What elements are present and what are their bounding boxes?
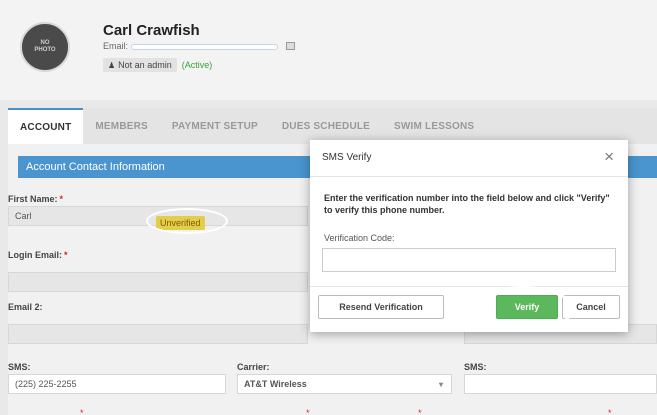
email-label: Email: <box>103 41 129 51</box>
account-status: (Active) <box>181 60 213 70</box>
required-marker: * <box>306 408 310 415</box>
copy-icon[interactable] <box>286 42 296 50</box>
first-name-label: First Name: * <box>8 194 63 204</box>
sms-verify-modal: SMS Verify × Enter the verification numb… <box>310 140 628 332</box>
required-marker: * <box>80 408 84 415</box>
tab-swim-lessons[interactable]: SWIM LESSONS <box>382 108 486 144</box>
sms2-field[interactable] <box>464 374 657 394</box>
login-email-field[interactable] <box>8 272 308 292</box>
verification-code-input[interactable] <box>322 248 616 272</box>
redacted-email <box>132 42 282 50</box>
tab-bar: ACCOUNT MEMBERS PAYMENT SETUP DUES SCHED… <box>8 108 657 144</box>
tab-members[interactable]: MEMBERS <box>83 108 160 144</box>
tab-payment-setup[interactable]: PAYMENT SETUP <box>160 108 270 144</box>
admin-badge: ♟ Not an admin <box>103 58 177 72</box>
section-title: Account Contact Information <box>18 156 318 178</box>
admin-status: Not an admin <box>118 60 172 70</box>
carrier-select[interactable]: AT&T Wireless ▾ <box>237 374 452 394</box>
divider <box>310 286 628 287</box>
user-name: Carl Crawfish <box>103 22 200 39</box>
avatar-text-line2: PHOTO <box>34 47 56 53</box>
login-email-label-text: Login Email: <box>8 250 62 260</box>
required-marker: * <box>418 408 422 415</box>
avatar-text-line1: NO <box>40 40 50 46</box>
avatar: NO PHOTO <box>20 22 70 72</box>
chevron-down-icon: ▾ <box>438 379 443 389</box>
required-marker: * <box>64 250 68 260</box>
person-icon: ♟ <box>108 60 116 70</box>
carrier-value: AT&T Wireless <box>244 379 307 389</box>
resend-verification-button[interactable]: Resend Verification <box>318 295 444 319</box>
modal-message: Enter the verification number into the f… <box>324 193 610 215</box>
email2-label: Email 2: <box>8 302 43 312</box>
annotation-circle <box>146 208 228 234</box>
email-row: Email: <box>103 41 296 51</box>
sms-label: SMS: <box>8 362 31 372</box>
first-name-label-text: First Name: <box>8 194 58 204</box>
tab-dues-schedule[interactable]: DUES SCHEDULE <box>270 108 382 144</box>
close-icon[interactable]: × <box>604 147 614 167</box>
modal-title: SMS Verify <box>322 152 372 163</box>
email2-field[interactable] <box>8 324 308 344</box>
sms2-label: SMS: <box>464 362 487 372</box>
sms-field[interactable]: (225) 225-2255 <box>8 374 226 394</box>
verification-code-label: Verification Code: <box>324 233 395 243</box>
annotation-circle <box>472 286 574 332</box>
login-email-label: Login Email: * <box>8 250 68 260</box>
divider <box>310 176 628 177</box>
required-marker: * <box>59 194 64 204</box>
tab-account[interactable]: ACCOUNT <box>8 108 84 144</box>
user-header: NO PHOTO Carl Crawfish Email: ♟ Not an a… <box>0 0 657 100</box>
admin-row: ♟ Not an admin (Active) <box>103 58 212 72</box>
required-marker: * <box>608 408 612 415</box>
carrier-label: Carrier: <box>237 362 270 372</box>
